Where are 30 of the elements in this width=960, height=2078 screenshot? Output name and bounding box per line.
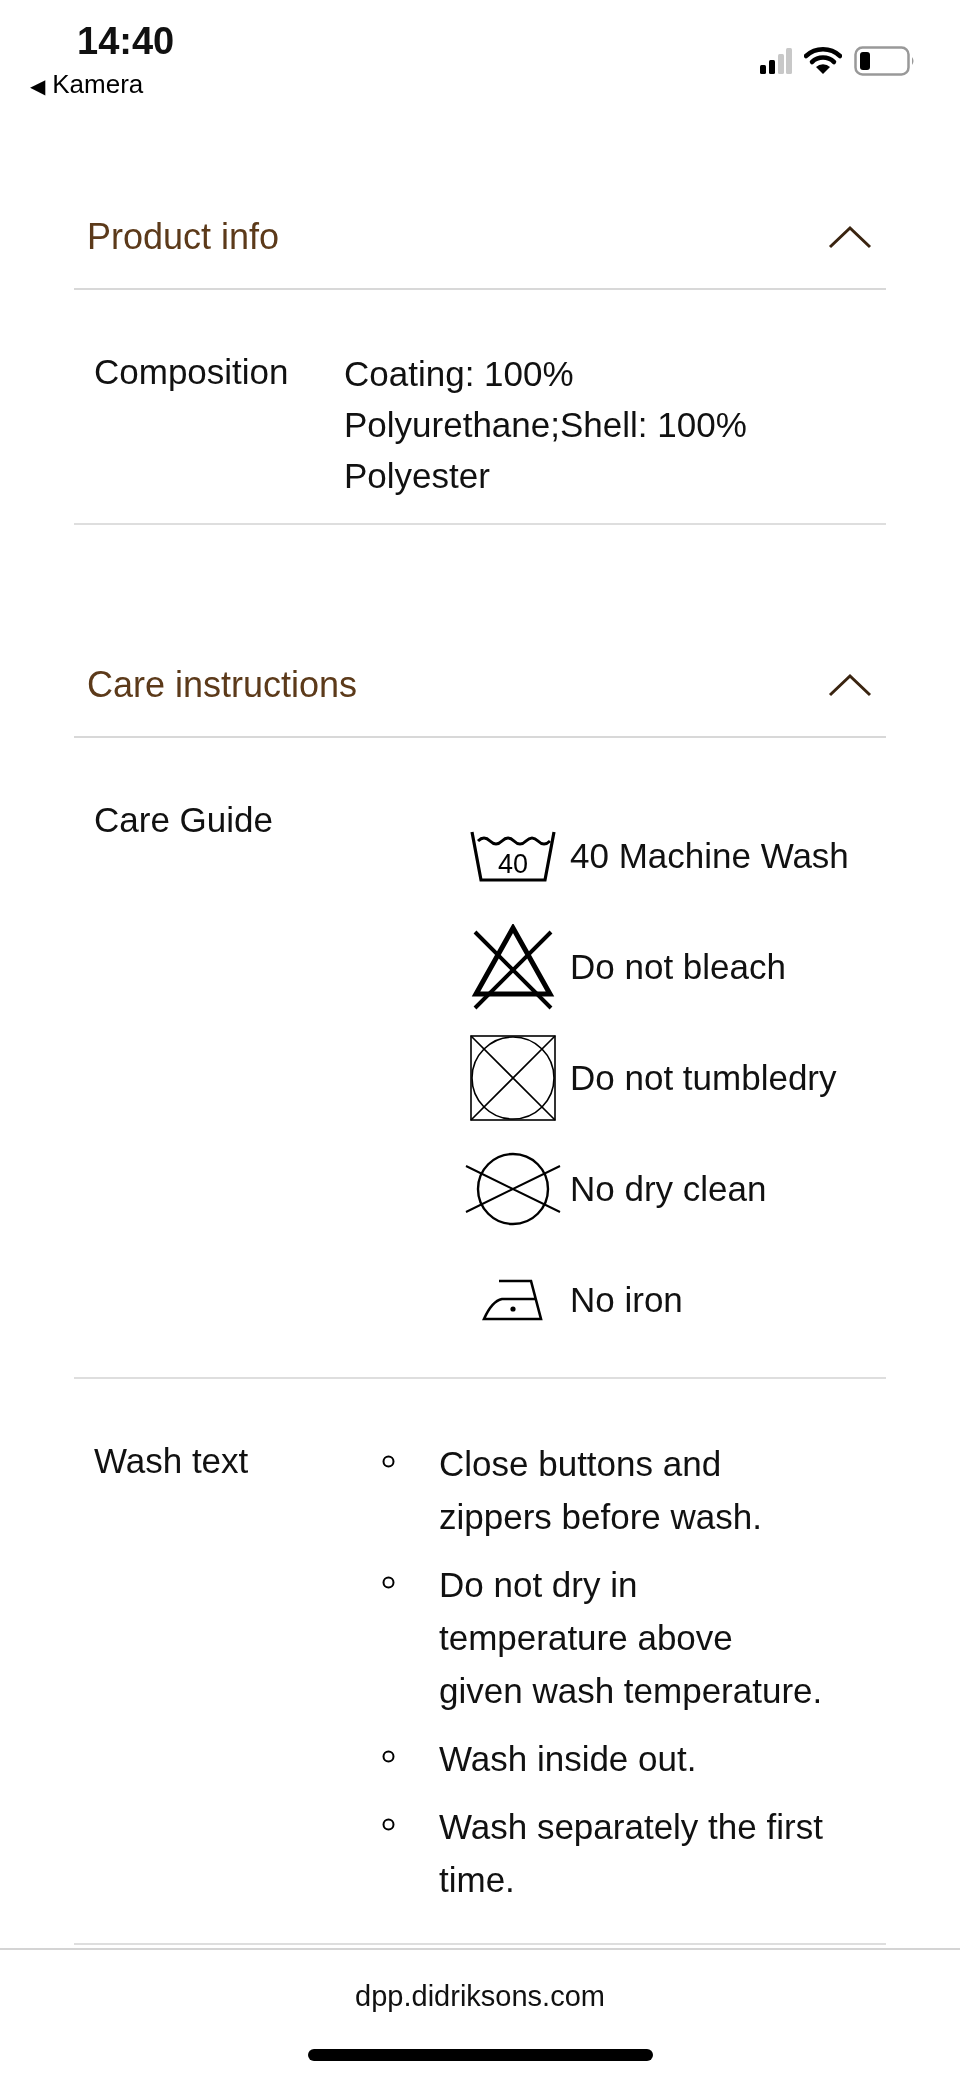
- bullet-icon: [382, 1750, 395, 1763]
- status-time: 14:40: [77, 20, 175, 63]
- section-header[interactable]: Care instructions: [74, 640, 886, 738]
- battery-icon: [854, 46, 916, 76]
- care-instruction: No iron: [570, 1279, 683, 1320]
- back-link[interactable]: ◀ Kamera: [30, 69, 175, 100]
- care-instruction: No dry clean: [570, 1168, 767, 1209]
- url-text[interactable]: dpp.didriksons.com: [355, 1980, 605, 2013]
- row-value: Coating: 100% Polyurethane;Shell: 100% Polyester: [344, 353, 748, 497]
- bullet-icon: [382, 1818, 395, 1831]
- wifi-icon: [804, 47, 842, 75]
- signal-icon: [760, 48, 792, 74]
- bullet-icon: [382, 1455, 395, 1468]
- home-indicator[interactable]: [307, 2049, 653, 2061]
- crossed-circle-icon: [465, 1151, 561, 1226]
- section-header[interactable]: Product info: [74, 192, 886, 290]
- crossed-square-circle-icon: [470, 1034, 556, 1121]
- care-instruction: Do not tumbledry: [570, 1057, 837, 1098]
- crossed-triangle-icon: [471, 923, 555, 1010]
- wash-instruction: Close buttons and zippers before wash.: [439, 1443, 763, 1538]
- row-label: Composition: [94, 351, 290, 393]
- care-instruction: 40 Machine Wash: [570, 835, 849, 876]
- wash-instruction: Wash inside out.: [439, 1738, 697, 1780]
- row-label: Wash text: [94, 1440, 250, 1482]
- wash-instruction: Wash separately the first time.: [439, 1806, 824, 1901]
- wash-instruction: Do not dry in temperature above given wash temperature.: [439, 1564, 824, 1712]
- bullet-icon: [382, 1576, 395, 1589]
- row-label: Care Guide: [94, 799, 274, 841]
- care-instruction: Do not bleach: [570, 946, 786, 987]
- iron-icon: [482, 1278, 544, 1321]
